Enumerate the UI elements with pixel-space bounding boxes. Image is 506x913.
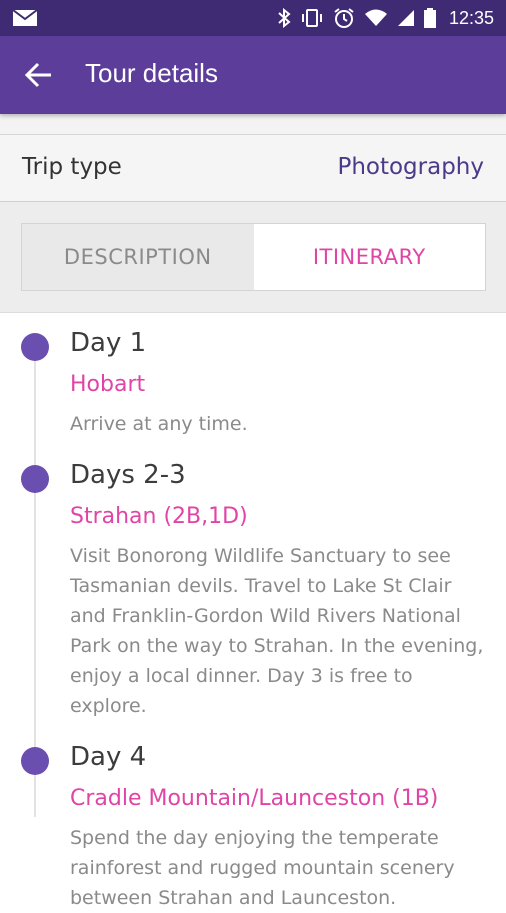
day-location[interactable]: Strahan (2B,1D): [70, 504, 248, 529]
tab-bar: DESCRIPTION ITINERARY: [21, 223, 486, 291]
day-description: Arrive at any time.: [70, 413, 248, 435]
clock: 12:35: [448, 7, 494, 28]
trip-type-value: Photography: [337, 154, 484, 180]
day-description: Visit Bonorong Wildlife Sanctuary to see…: [70, 545, 484, 717]
trip-type-row: Trip type Photography: [0, 135, 506, 202]
day-title: Day 1: [70, 328, 147, 358]
day-location[interactable]: Hobart: [70, 372, 145, 397]
tab-description[interactable]: DESCRIPTION: [22, 224, 254, 290]
vibrate-icon: [301, 9, 322, 27]
trip-type-label: Trip type: [22, 154, 122, 180]
day-location[interactable]: Cradle Mountain/Launceston (1B): [70, 786, 438, 811]
itinerary-timeline: Day 1 Hobart Arrive at any time. Days 2-…: [0, 312, 506, 909]
day-title: Days 2-3: [70, 460, 186, 490]
day-title: Day 4: [70, 742, 147, 772]
mail-icon: [12, 9, 38, 26]
previous-row: [0, 114, 506, 135]
status-icons: 12:35: [277, 0, 494, 36]
status-bar: 12:35: [0, 0, 506, 36]
tab-itinerary[interactable]: ITINERARY: [253, 224, 485, 290]
app-bar: Tour details: [0, 36, 506, 114]
timeline-dot: [21, 747, 49, 775]
page-title: Tour details: [85, 58, 218, 88]
timeline-dot: [21, 333, 49, 361]
battery-icon: [423, 8, 436, 28]
signal-icon: [397, 10, 414, 26]
wifi-icon: [364, 9, 387, 26]
arrow-left-icon[interactable]: [24, 61, 54, 89]
timeline-dot: [21, 465, 49, 493]
bluetooth-icon: [278, 8, 291, 28]
alarm-icon: [334, 8, 354, 28]
tab-band: DESCRIPTION ITINERARY: [0, 202, 506, 313]
